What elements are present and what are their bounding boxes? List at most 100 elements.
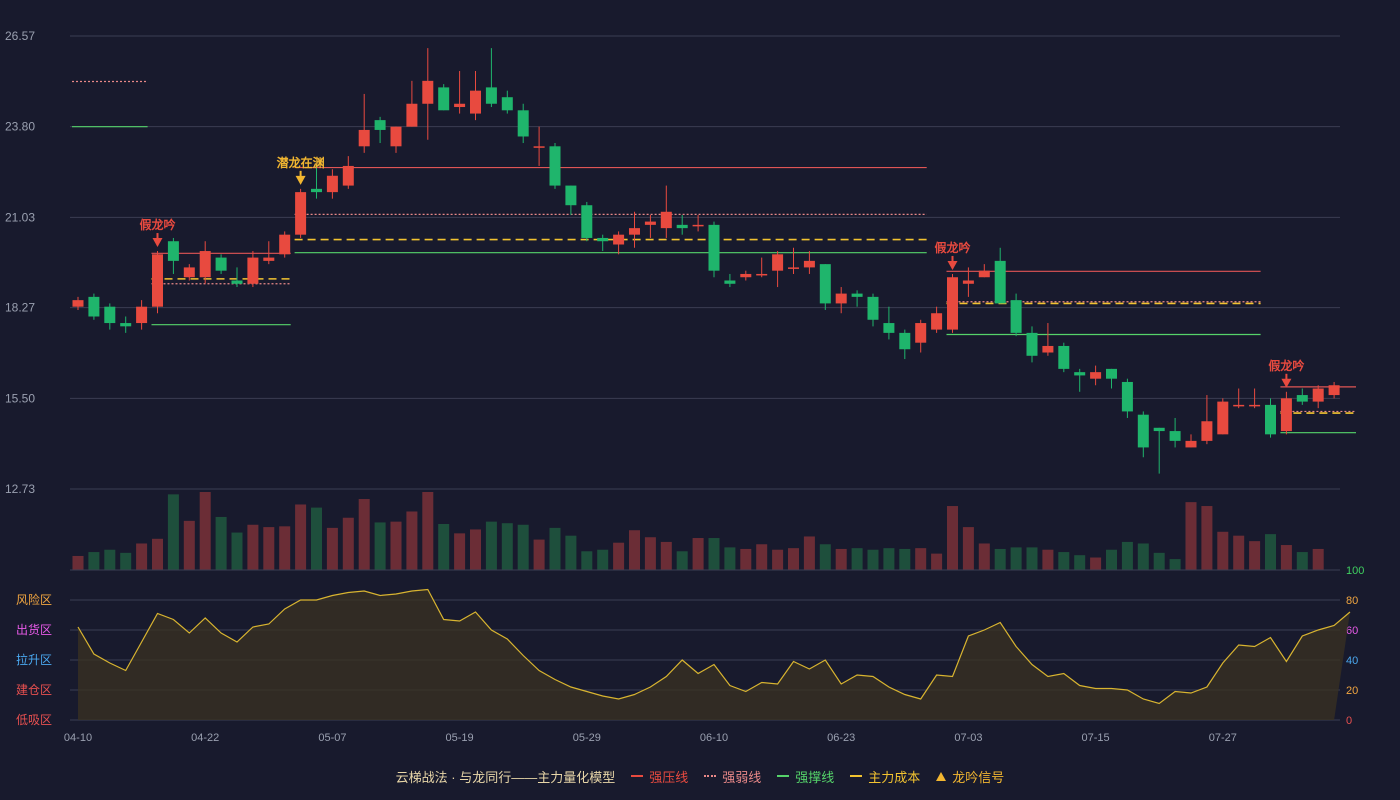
- volume-bar: [215, 516, 227, 570]
- candle-body: [1169, 431, 1181, 441]
- legend-item-signal[interactable]: 龙吟信号: [936, 767, 1004, 786]
- candle-body: [247, 257, 259, 284]
- x-tick-label: 06-23: [827, 732, 855, 744]
- volume-bar: [501, 523, 513, 570]
- candle-body: [88, 296, 100, 317]
- candle-body: [1121, 381, 1133, 412]
- volume-bar: [994, 548, 1006, 570]
- volume-bar: [422, 492, 434, 570]
- volume-bar: [931, 553, 943, 570]
- legend-item-cost[interactable]: 主力成本: [850, 767, 920, 786]
- volume-bar: [565, 535, 577, 570]
- candle-body: [692, 224, 704, 227]
- candle-body: [390, 126, 402, 147]
- x-tick-label: 05-29: [573, 732, 601, 744]
- candle-body: [819, 264, 831, 304]
- osc-right-tick: 60: [1346, 625, 1358, 637]
- candle-body: [374, 120, 386, 130]
- volume-bar: [1201, 506, 1213, 570]
- osc-zone-label: 风险区: [16, 592, 52, 607]
- volume-bar: [263, 527, 275, 570]
- candle-body: [104, 306, 116, 324]
- candle-body: [1058, 345, 1070, 369]
- volume-bar: [962, 527, 974, 570]
- volume-bar: [406, 511, 418, 570]
- volume-bar: [597, 549, 609, 570]
- candle-body: [295, 192, 307, 235]
- volume-bar: [1169, 559, 1181, 570]
- volume-bar: [470, 529, 481, 570]
- volume-bar: [740, 548, 752, 570]
- volume-bar: [1233, 535, 1245, 570]
- volume-bar: [279, 526, 291, 570]
- volume-bar: [485, 521, 497, 570]
- volume-bar: [899, 548, 911, 570]
- signal-label: 假龙吟: [1268, 358, 1304, 373]
- y-tick-label: 18.27: [5, 301, 35, 315]
- candle-body: [1201, 421, 1213, 441]
- volume-bar: [72, 555, 84, 570]
- candle-body: [708, 224, 720, 271]
- volume-bar: [374, 522, 386, 570]
- volume-bar: [1249, 541, 1261, 570]
- volume-bar: [788, 548, 799, 570]
- signal-arrow-icon: [947, 260, 958, 270]
- candle-body: [1265, 404, 1276, 435]
- legend-title: 云梯战法 · 与龙同行——主力量化模型: [396, 767, 616, 786]
- x-tick-label: 05-19: [446, 732, 474, 744]
- legend-label-support: 强撑线: [795, 769, 835, 785]
- candle-body: [1042, 345, 1054, 353]
- volume-bar: [311, 507, 322, 570]
- legend-item-support[interactable]: 强撑线: [777, 767, 834, 786]
- candle-body: [947, 277, 958, 330]
- candle-body: [1217, 401, 1229, 435]
- candle-body: [931, 313, 943, 330]
- y-tick-label: 12.73: [5, 482, 35, 496]
- legend-swatch-pressure: [631, 775, 644, 777]
- y-tick-label: 26.57: [5, 29, 35, 43]
- volume-bar: [152, 538, 163, 570]
- volume-bar: [1296, 552, 1308, 570]
- candle-body: [613, 234, 625, 245]
- volume-bar: [136, 543, 148, 570]
- legend-swatch-weak: [704, 775, 717, 777]
- volume-bar: [867, 549, 879, 570]
- candle-body: [1026, 332, 1038, 356]
- x-tick-label: 04-22: [191, 732, 219, 744]
- osc-zone-label: 低吸区: [16, 713, 52, 727]
- osc-zone-label: 出货区: [16, 622, 52, 637]
- volume-bar: [947, 506, 958, 570]
- volume-bar: [358, 499, 370, 570]
- volume-bar: [644, 537, 656, 570]
- candle-body: [231, 280, 243, 284]
- volume-bar: [835, 548, 847, 570]
- osc-right-tick: 0: [1346, 715, 1352, 727]
- osc-right-tick: 40: [1346, 655, 1358, 667]
- candle-body: [788, 267, 799, 269]
- triangle-icon: [936, 771, 947, 781]
- volume-bar: [1010, 547, 1022, 570]
- volume-bar: [1058, 552, 1070, 570]
- x-tick-label: 07-03: [954, 732, 982, 744]
- candle-body: [899, 332, 911, 350]
- legend-swatch-cost: [850, 775, 863, 777]
- candle-body: [851, 293, 863, 297]
- candle-body: [660, 211, 672, 229]
- x-tick-label: 07-27: [1209, 732, 1237, 744]
- candle-body: [215, 257, 227, 271]
- volume-bar: [629, 530, 640, 570]
- candle-body: [485, 87, 497, 104]
- legend-item-pressure[interactable]: 强压线: [631, 767, 688, 786]
- candle-body: [1137, 414, 1149, 448]
- candle-body: [1249, 404, 1261, 407]
- volume-bar: [1217, 531, 1229, 570]
- volume-bar: [803, 536, 815, 570]
- candle-body: [978, 270, 990, 278]
- candle-body: [279, 234, 291, 255]
- candle-body: [915, 323, 927, 343]
- legend-item-weak[interactable]: 强弱线: [704, 767, 761, 786]
- volume-bar: [1121, 541, 1133, 570]
- candle-body: [263, 257, 275, 261]
- candle-body: [994, 260, 1006, 304]
- volume-bar: [756, 544, 768, 570]
